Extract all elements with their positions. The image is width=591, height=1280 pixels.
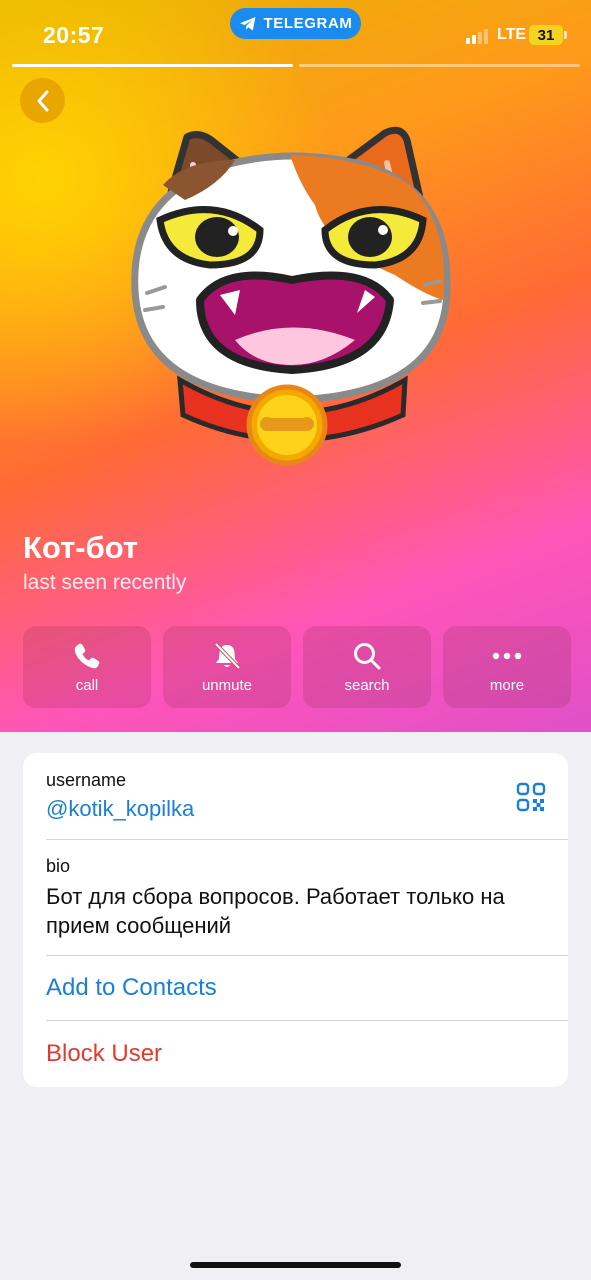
phone-icon	[74, 643, 100, 668]
telegram-icon	[239, 16, 256, 31]
profile-name: Кот-бот	[23, 530, 139, 565]
more-button[interactable]: more	[443, 626, 571, 708]
home-indicator[interactable]	[190, 1262, 401, 1268]
back-button[interactable]	[20, 78, 65, 123]
qr-code-icon[interactable]	[516, 782, 546, 812]
block-user-button[interactable]: Block User	[46, 1040, 162, 1068]
action-buttons: call unmute search more	[23, 626, 571, 708]
telegram-pill-label: TELEGRAM	[263, 15, 353, 32]
signal-icon	[466, 28, 488, 44]
call-button[interactable]: call	[23, 626, 151, 708]
info-card: username @kotik_kopilka bio Бот для сбор…	[23, 753, 568, 1087]
profile-status: last seen recently	[23, 571, 187, 594]
profile-header: 20:57 TELEGRAM LTE 31 Кот-бот last seen …	[0, 0, 591, 732]
username-label: username	[46, 770, 127, 790]
status-time: 20:57	[43, 22, 105, 48]
bio-label: bio	[46, 856, 71, 876]
unmute-label: unmute	[201, 676, 253, 694]
add-to-contacts-button[interactable]: Add to Contacts	[46, 974, 217, 1002]
more-label: more	[489, 676, 525, 694]
story-progress-next	[299, 64, 580, 67]
battery-icon: 31	[529, 25, 563, 45]
search-button[interactable]: search	[303, 626, 431, 708]
ellipsis-icon	[492, 652, 522, 659]
divider	[46, 1020, 568, 1021]
divider	[46, 955, 568, 956]
search-label: search	[344, 676, 390, 694]
bell-slash-icon	[214, 642, 241, 669]
chevron-left-icon	[37, 90, 48, 111]
call-label: call	[75, 676, 99, 694]
story-progress-active	[12, 64, 293, 67]
unmute-button[interactable]: unmute	[163, 626, 291, 708]
username-value[interactable]: @kotik_kopilka	[46, 796, 194, 822]
bio-value: Бот для сбора вопросов. Работает только …	[46, 884, 505, 938]
battery-tip	[564, 31, 567, 39]
network-label: LTE	[497, 26, 527, 43]
telegram-pill[interactable]: TELEGRAM	[230, 8, 361, 39]
cat-avatar[interactable]	[125, 125, 460, 470]
search-icon	[354, 642, 381, 669]
username-row[interactable]: username @kotik_kopilka	[23, 753, 568, 839]
